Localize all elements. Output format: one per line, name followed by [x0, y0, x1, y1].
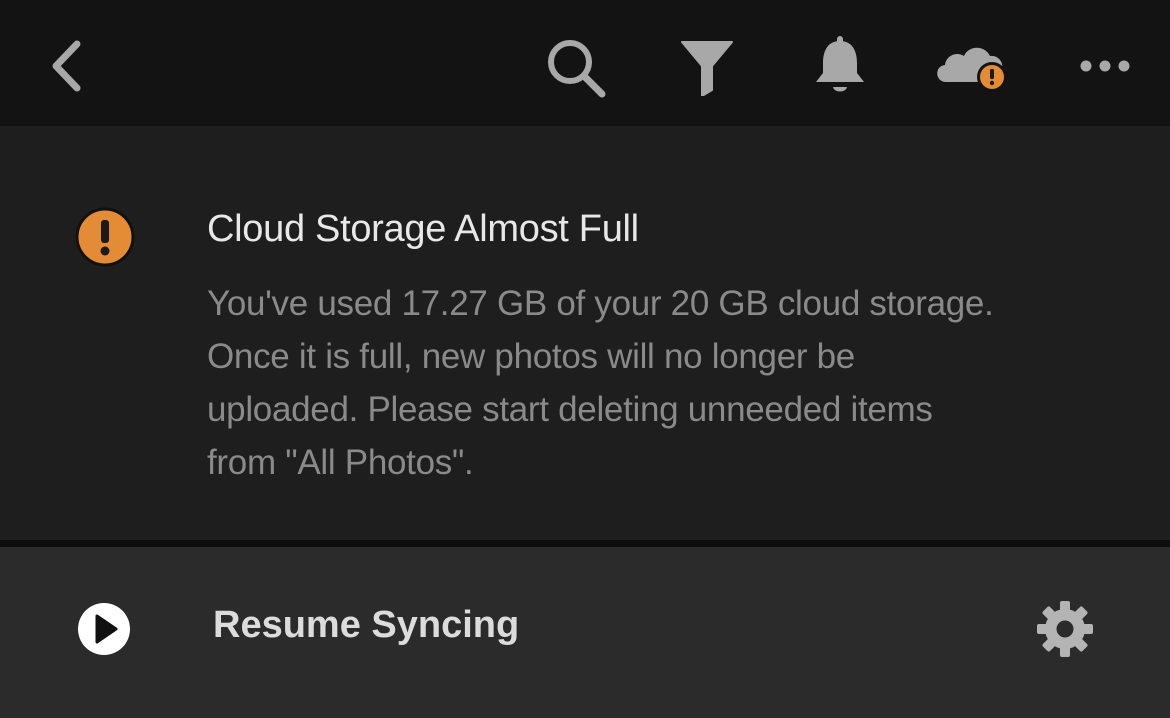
gear-icon[interactable]: [1035, 599, 1095, 659]
search-icon[interactable]: [544, 36, 610, 102]
warning-circle-icon: [74, 206, 136, 268]
cloud-warning-icon[interactable]: [932, 38, 1012, 94]
alert-message-line: uploaded. Please start deleting unneeded…: [207, 390, 933, 429]
alert-title: Cloud Storage Almost Full: [207, 208, 639, 250]
alert-message-line: from "All Photos".: [207, 443, 474, 482]
section-divider: [0, 540, 1170, 547]
alert-message: You've used 17.27 GB of your 20 GB cloud…: [207, 277, 1107, 489]
bell-icon[interactable]: [812, 34, 868, 96]
filter-icon[interactable]: [678, 38, 736, 96]
alert-message-line: Once it is full, new photos will no long…: [207, 337, 855, 376]
resume-syncing-label[interactable]: Resume Syncing: [213, 604, 519, 647]
chevron-left-icon[interactable]: [44, 38, 88, 94]
more-horizontal-icon[interactable]: [1078, 56, 1132, 76]
resume-syncing-button[interactable]: [0, 547, 1170, 718]
alert-message-line: You've used 17.27 GB of your 20 GB cloud…: [207, 284, 994, 323]
play-circle-icon[interactable]: [76, 601, 132, 657]
